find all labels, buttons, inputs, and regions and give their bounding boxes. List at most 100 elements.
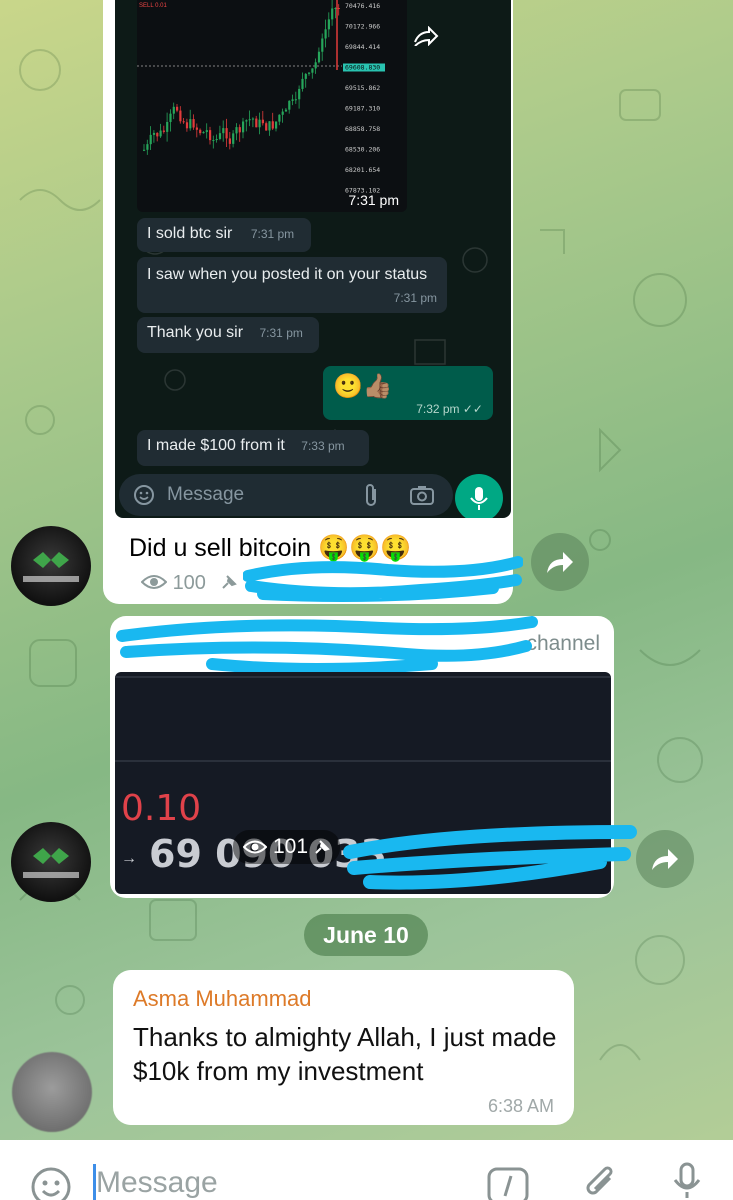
price-tick: 70476.416 [345,2,380,10]
wa-message: I sold btc sir 7:31 pm [137,218,311,252]
price-tick: 68858.758 [345,125,380,133]
views-icon [243,840,267,854]
channel-avatar[interactable] [11,822,91,902]
candle [162,130,165,132]
candle [298,88,301,100]
candle [337,8,340,9]
wa-message-text: Thank you sir [147,324,244,341]
share-button[interactable] [531,533,589,591]
candle [291,99,294,101]
channel-logo-icon [23,848,79,878]
message-composer: Message [0,1140,733,1200]
wa-message-input: Message [119,474,453,516]
candle [261,119,264,124]
forwarded-screenshot-post[interactable]: SELL 0.01 70476.416 70172.966 69844.414 6960… [103,0,523,604]
wa-message: I saw when you posted it on your status … [137,257,447,313]
message-text: Thanks to almighty Allah, I just made $1… [133,1022,557,1086]
channel-avatar[interactable] [11,526,91,606]
candle [156,132,159,137]
wa-message: Thank you sir 7:31 pm [137,317,319,353]
candle [271,121,274,129]
candle [152,132,156,135]
candle [209,130,212,141]
message-bubble[interactable]: Asma Muhammad Thanks to almighty Allah, … [113,970,574,1125]
candle [308,72,311,74]
wa-emoji-icon [133,484,155,511]
bot-commands-icon[interactable] [486,1166,530,1200]
share-icon [652,849,678,870]
wa-outgoing-message: 🙂👍🏽 7:32 pm ✓✓ [323,366,493,420]
wa-mic-icon [470,487,488,510]
wa-message-text: I saw when you posted it on your status [147,266,428,283]
forward-arrow-icon[interactable] [413,25,439,52]
wa-message-time: 7:31 pm [393,291,437,305]
price-tick: 69608.830 [345,64,380,72]
candle [238,127,241,133]
candle [172,106,175,114]
candle [182,121,185,123]
views-count: 100 [172,572,206,594]
share-button[interactable] [636,830,694,888]
redaction-scribble [343,825,637,890]
candle [258,119,261,128]
candle [192,119,195,128]
candle [212,140,215,142]
candle [149,134,152,145]
attach-icon[interactable] [580,1164,620,1200]
position-volume: 0.10 [121,788,202,829]
candle [185,122,189,129]
candle [146,144,149,150]
price-tick: 68201.654 [345,166,380,174]
pin-icon [315,840,330,854]
candle [255,118,258,128]
message-input[interactable]: Message [96,1166,218,1200]
wa-message-text: I sold btc sir [147,225,233,242]
candle [265,123,268,131]
candle [166,121,169,132]
candle [301,78,304,89]
redaction-scribble [243,556,523,602]
sender-name[interactable]: Asma Muhammad [133,986,312,1012]
wa-message-time: 7:31 pm [250,227,295,241]
candle [202,132,205,134]
arrow-icon: → [121,850,137,867]
price-tick: 68530.206 [345,146,380,154]
user-avatar[interactable] [12,1052,92,1132]
candle [215,138,218,141]
candle [232,133,235,144]
price-tick: 69515.862 [345,84,380,92]
candle [321,38,324,52]
post-meta: 100 [140,572,238,595]
emoji-icon[interactable] [30,1166,72,1200]
candle [195,127,198,130]
views-icon [140,572,173,594]
channel-logo-icon [23,552,79,582]
candle [245,120,248,122]
candle [294,99,297,101]
mic-icon[interactable] [670,1162,704,1200]
wa-camera-icon [409,484,435,511]
wa-message-text: I made $100 from it [147,437,285,454]
post-views-overlay: 101 [233,830,341,864]
candle [284,109,288,112]
candle [169,113,172,122]
order-label: SELL 0.01 [139,3,167,9]
price-tick: 69187.310 [345,105,380,113]
candle [268,121,271,131]
whatsapp-screenshot: SELL 0.01 70476.416 70172.966 69844.414 6960… [115,0,511,518]
candle [205,130,208,133]
candle [317,51,321,63]
wa-message: I made $100 from it 7:33 pm [137,430,369,466]
candle [327,19,330,30]
date-separator: June 10 [304,914,428,956]
candle [281,111,284,115]
candle [218,133,222,139]
redaction-scribble [116,616,538,672]
pin-icon [220,572,238,594]
candle [228,138,231,144]
wa-message-emoji: 🙂👍🏽 [333,373,393,400]
candle [242,121,245,133]
price-tick: 69844.414 [345,43,380,51]
candle [179,110,182,122]
trading-chart-image[interactable]: SELL 0.01 70476.416 70172.966 69844.414 6960… [137,0,407,212]
